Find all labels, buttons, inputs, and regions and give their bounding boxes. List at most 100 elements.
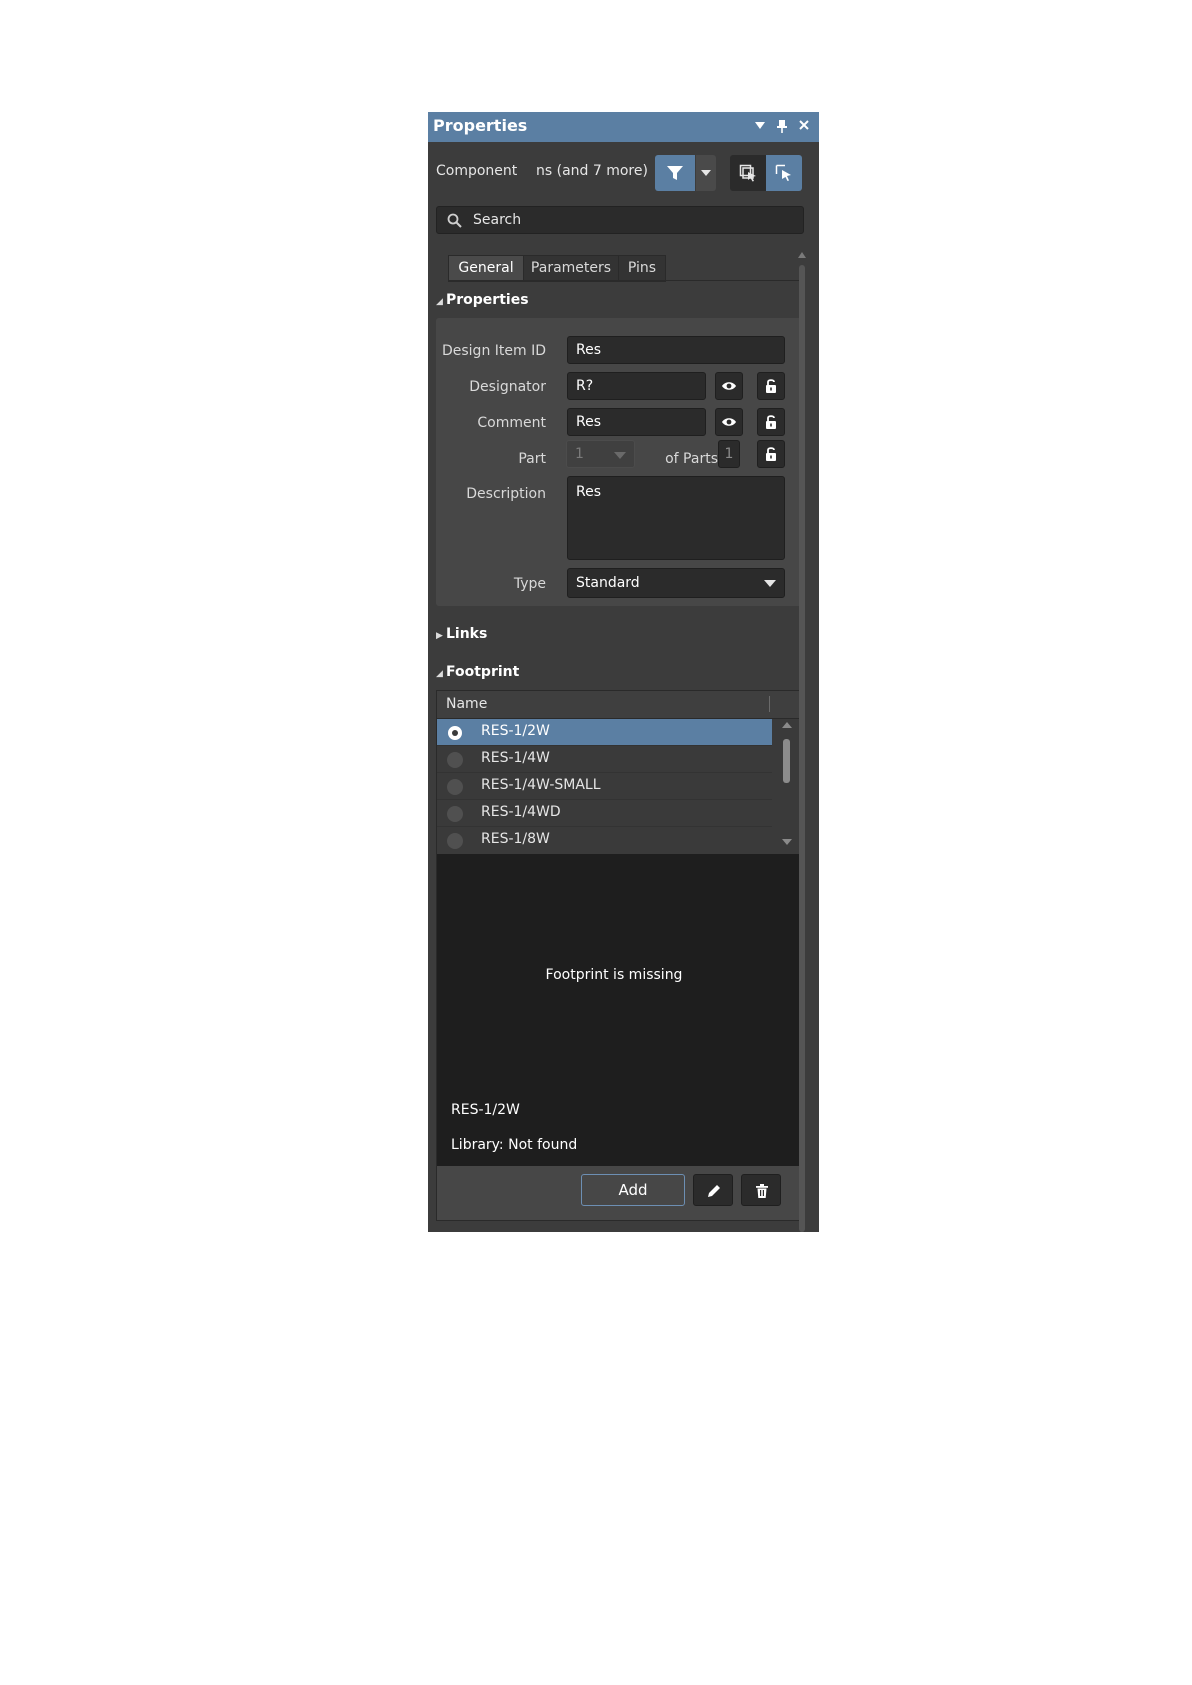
footprint-group: Name RES-1/2W RES-1/4W RES-1/4W-SMALL RE… bbox=[436, 690, 802, 1221]
footprint-list-scroll-thumb[interactable] bbox=[783, 739, 790, 783]
footprint-row[interactable]: RES-1/4W-SMALL bbox=[437, 773, 772, 800]
chevron-down-icon bbox=[701, 170, 711, 176]
footprint-missing-message: Footprint is missing bbox=[545, 967, 683, 983]
delete-footprint-button[interactable] bbox=[741, 1174, 781, 1206]
section-links-label: Links bbox=[446, 626, 488, 642]
library-label: Library: bbox=[451, 1137, 504, 1153]
of-parts-value: 1 bbox=[718, 440, 740, 468]
section-properties-header[interactable]: ◢ Properties bbox=[436, 292, 529, 308]
select-box-icon bbox=[739, 164, 756, 182]
filter-dropdown-button[interactable] bbox=[696, 155, 716, 191]
footprint-radio[interactable] bbox=[447, 806, 463, 822]
footprint-row-name: RES-1/2W bbox=[481, 723, 550, 739]
description-field[interactable]: Res bbox=[567, 476, 785, 560]
panel-scroll-thumb[interactable] bbox=[799, 265, 805, 1232]
filter-icon bbox=[667, 166, 683, 180]
selection-mode-group bbox=[730, 155, 802, 191]
eye-icon bbox=[722, 418, 736, 426]
footprint-row[interactable]: RES-1/8W bbox=[437, 827, 772, 849]
footprint-row[interactable]: RES-1/4W bbox=[437, 746, 772, 773]
component-label: Component bbox=[436, 163, 518, 179]
footprint-list-scrollbar[interactable] bbox=[773, 719, 801, 849]
part-select[interactable]: 1 bbox=[566, 440, 635, 468]
part-select-value: 1 bbox=[575, 446, 584, 462]
search-input[interactable] bbox=[471, 209, 795, 231]
unlock-icon bbox=[766, 379, 776, 393]
footprint-radio[interactable] bbox=[447, 779, 463, 795]
scroll-up-arrow-icon[interactable] bbox=[782, 722, 792, 728]
comment-field[interactable]: Res bbox=[567, 408, 706, 436]
part-lock-button[interactable] bbox=[757, 440, 785, 468]
eye-icon bbox=[722, 382, 736, 390]
chevron-down-icon bbox=[764, 580, 776, 587]
expand-triangle-icon: ◢ bbox=[436, 669, 443, 679]
expand-triangle-icon: ◢ bbox=[436, 297, 443, 307]
footprint-list: RES-1/2W RES-1/4W RES-1/4W-SMALL RES-1/4… bbox=[437, 719, 772, 849]
column-name-header[interactable]: Name bbox=[446, 696, 487, 712]
footprint-library: Library: Not found bbox=[451, 1137, 577, 1153]
type-select[interactable]: Standard bbox=[567, 568, 785, 598]
scroll-up-arrow-icon[interactable] bbox=[798, 252, 806, 258]
footprint-radio[interactable] bbox=[447, 725, 463, 741]
scroll-down-arrow-icon[interactable] bbox=[782, 839, 792, 845]
column-separator[interactable] bbox=[769, 696, 770, 712]
footprint-row-name: RES-1/4W-SMALL bbox=[481, 777, 601, 793]
properties-panel: Properties Component ns (and 7 more) Sea… bbox=[428, 112, 819, 1232]
section-footprint-label: Footprint bbox=[446, 664, 520, 680]
type-label: Type bbox=[513, 576, 546, 592]
select-box-button[interactable] bbox=[730, 155, 766, 191]
designator-label: Designator bbox=[469, 379, 546, 395]
filter-button[interactable] bbox=[655, 155, 695, 191]
footprint-row[interactable]: RES-1/4WD bbox=[437, 800, 772, 827]
tab-parameters[interactable]: Parameters bbox=[523, 255, 619, 282]
collapse-triangle-icon: ▶ bbox=[436, 631, 443, 641]
footprint-radio[interactable] bbox=[447, 833, 463, 849]
design-item-id-field[interactable]: Res bbox=[567, 336, 785, 364]
section-links-header[interactable]: ▶ Links bbox=[436, 626, 487, 642]
footprint-list-header: Name bbox=[437, 691, 801, 719]
panel-titlebar: Properties bbox=[428, 112, 819, 142]
section-footprint-header[interactable]: ◢ Footprint bbox=[436, 664, 519, 680]
footprint-preview-name: RES-1/2W bbox=[451, 1102, 520, 1118]
tab-general[interactable]: General bbox=[448, 255, 524, 282]
select-cursor-icon bbox=[775, 164, 791, 181]
library-value: Not found bbox=[508, 1137, 578, 1153]
selection-summary: ns (and 7 more) bbox=[536, 163, 648, 179]
comment-label: Comment bbox=[477, 415, 546, 431]
of-parts-label: of Parts bbox=[665, 451, 718, 467]
select-cursor-button[interactable] bbox=[766, 155, 802, 191]
unlock-icon bbox=[766, 415, 776, 429]
type-select-value: Standard bbox=[576, 575, 640, 591]
close-icon[interactable] bbox=[796, 119, 812, 135]
designator-lock-button[interactable] bbox=[757, 372, 785, 400]
tab-divider bbox=[448, 280, 800, 281]
search-box bbox=[436, 206, 804, 234]
chevron-down-icon[interactable] bbox=[752, 119, 768, 135]
designator-field[interactable]: R? bbox=[567, 372, 706, 400]
comment-visibility-button[interactable] bbox=[715, 408, 743, 436]
unlock-icon bbox=[766, 447, 776, 461]
search-icon bbox=[447, 213, 462, 228]
section-properties-label: Properties bbox=[446, 292, 529, 308]
edit-footprint-button[interactable] bbox=[693, 1174, 733, 1206]
footprint-row[interactable]: RES-1/2W bbox=[437, 719, 772, 746]
footprint-row-name: RES-1/8W bbox=[481, 831, 550, 847]
panel-title: Properties bbox=[433, 116, 528, 135]
part-label: Part bbox=[518, 451, 546, 467]
designator-visibility-button[interactable] bbox=[715, 372, 743, 400]
footprint-row-name: RES-1/4WD bbox=[481, 804, 561, 820]
add-footprint-button[interactable]: Add bbox=[581, 1174, 685, 1206]
comment-lock-button[interactable] bbox=[757, 408, 785, 436]
pin-icon[interactable] bbox=[774, 119, 790, 135]
chevron-down-icon bbox=[614, 452, 626, 459]
pencil-icon bbox=[708, 1185, 720, 1197]
trash-icon bbox=[756, 1184, 768, 1198]
footprint-preview: Footprint is missing RES-1/2W Library: N… bbox=[437, 854, 801, 1166]
footprint-actions: Add bbox=[437, 1166, 801, 1220]
footprint-row-name: RES-1/4W bbox=[481, 750, 550, 766]
footprint-radio[interactable] bbox=[447, 752, 463, 768]
tab-pins[interactable]: Pins bbox=[618, 255, 666, 282]
design-item-id-label: Design Item ID bbox=[441, 343, 546, 359]
description-label: Description bbox=[466, 486, 546, 502]
panel-scrollbar[interactable] bbox=[798, 250, 806, 1232]
